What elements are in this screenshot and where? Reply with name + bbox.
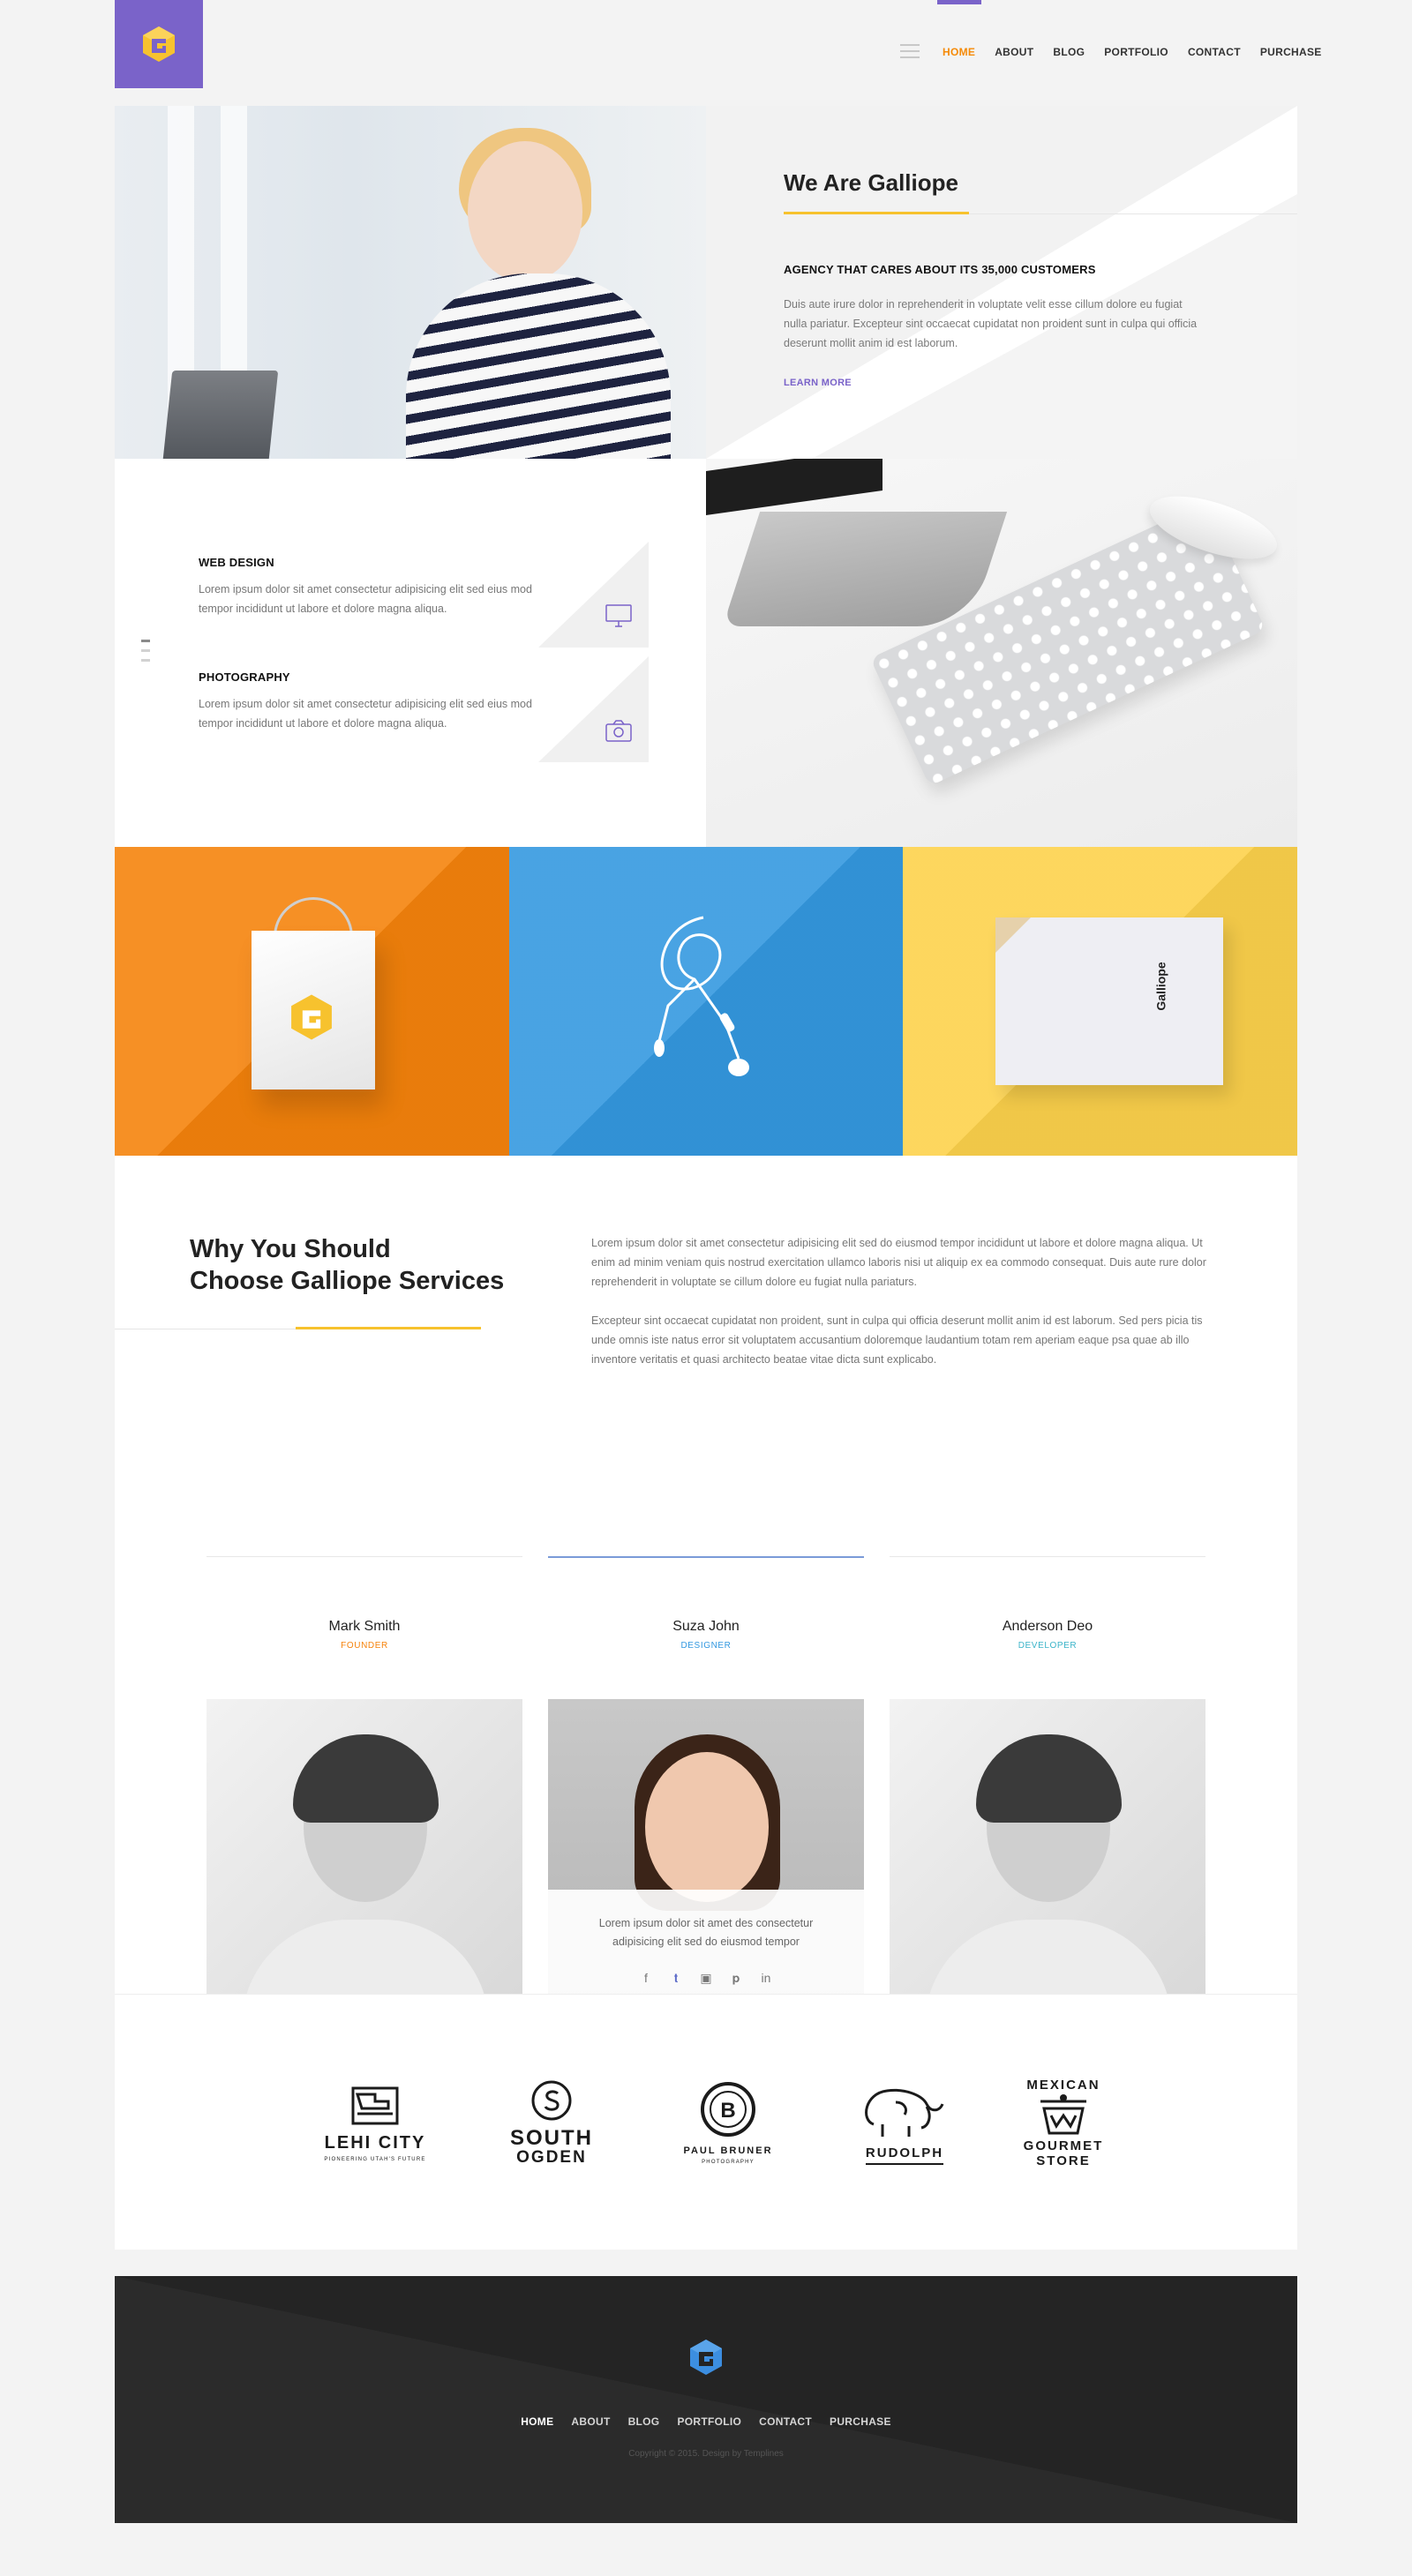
why-choose-section: Why You Should Choose Galliope Services L… xyxy=(115,1156,1297,1438)
camera-icon xyxy=(605,720,632,742)
hero-photo-woman-at-laptop xyxy=(115,106,706,459)
instagram-icon[interactable]: ▣ xyxy=(700,1971,712,1986)
elephant-icon xyxy=(865,2088,944,2137)
divider xyxy=(207,1556,522,1557)
learn-more-link[interactable]: LEARN MORE xyxy=(784,378,852,388)
hero-subtitle: AGENCY THAT CARES ABOUT ITS 35,000 CUSTO… xyxy=(784,263,1096,276)
hero-title: We Are Galliope xyxy=(784,169,958,196)
portfolio-tile-shopping-bag[interactable] xyxy=(115,847,509,1156)
service-badge xyxy=(538,656,649,762)
slider-dot[interactable] xyxy=(141,640,150,642)
nav-contact[interactable]: CONTACT xyxy=(1188,46,1241,58)
title-accent-line xyxy=(784,212,969,214)
brand-book: Galliope xyxy=(995,917,1224,1085)
nav-purchase[interactable]: PURCHASE xyxy=(1260,46,1322,58)
hamburger-icon[interactable] xyxy=(900,44,920,58)
client-name: MEXICAN xyxy=(1026,2077,1100,2093)
client-logo-south-ogden[interactable]: SOUTH OGDEN xyxy=(463,1995,640,2250)
services-list: WEB DESIGN Lorem ipsum dolor sit amet co… xyxy=(115,459,706,847)
galliope-logo-icon xyxy=(143,26,175,62)
south-ogden-emblem-icon xyxy=(531,2080,572,2121)
footer-nav-about[interactable]: ABOUT xyxy=(571,2415,610,2428)
hero-intro: We Are Galliope AGENCY THAT CARES ABOUT … xyxy=(706,106,1297,459)
footer-nav-purchase[interactable]: PURCHASE xyxy=(830,2415,891,2428)
member-role: DEVELOPER xyxy=(1018,1641,1078,1651)
member-photo: Lorem ipsum dolor sit amet des consectet… xyxy=(548,1699,864,2015)
linkedin-icon[interactable]: in xyxy=(760,1971,772,1986)
member-name: Mark Smith xyxy=(328,1619,401,1634)
title-accent-line xyxy=(296,1327,481,1329)
pinterest-icon[interactable]: 𝐩 xyxy=(730,1971,742,1986)
slider-dots xyxy=(141,640,150,662)
member-photo xyxy=(207,1699,522,2015)
site-footer: HOME ABOUT BLOG PORTFOLIO CONTACT PURCHA… xyxy=(115,2276,1297,2523)
paul-bruner-emblem-icon: B xyxy=(701,2082,755,2137)
earphones-image xyxy=(653,916,749,1076)
footer-nav-portfolio[interactable]: PORTFOLIO xyxy=(677,2415,741,2428)
member-name: Suza John xyxy=(672,1619,740,1634)
client-name-line3: STORE xyxy=(1036,2153,1091,2168)
footer-nav-blog[interactable]: BLOG xyxy=(628,2415,660,2428)
service-badge xyxy=(538,542,649,648)
site-header: HOME ABOUT BLOG PORTFOLIO CONTACT PURCHA… xyxy=(0,0,1412,106)
hero-section: We Are Galliope AGENCY THAT CARES ABOUT … xyxy=(115,106,1297,459)
main-nav: HOME ABOUT BLOG PORTFOLIO CONTACT PURCHA… xyxy=(943,46,1341,58)
member-role: DESIGNER xyxy=(680,1641,732,1651)
nav-home[interactable]: HOME xyxy=(943,46,975,58)
team-section: Mark Smith FOUNDER Suza John DESIGNER Lo… xyxy=(115,1438,1297,2015)
basket-emblem-icon xyxy=(1040,2093,1086,2134)
why-paragraph: Lorem ipsum dolor sit amet consectetur a… xyxy=(591,1237,1206,1288)
lehi-city-emblem-icon xyxy=(351,2086,399,2124)
service-description: Lorem ipsum dolor sit amet consectetur a… xyxy=(199,698,532,730)
svg-text:B: B xyxy=(720,2099,735,2123)
portfolio-tile-brand-book[interactable]: Galliope xyxy=(903,847,1297,1156)
client-name: RUDOLPH xyxy=(865,2145,944,2165)
nav-blog[interactable]: BLOG xyxy=(1053,46,1085,58)
copyright: Copyright © 2015. Design by Templines xyxy=(628,2449,784,2459)
why-text: Lorem ipsum dolor sit amet consectetur a… xyxy=(591,1233,1209,1369)
galliope-logo-icon[interactable] xyxy=(687,2338,725,2377)
slider-dot[interactable] xyxy=(141,649,150,652)
client-tagline: PHOTOGRAPHY xyxy=(702,2160,755,2165)
services-section: WEB DESIGN Lorem ipsum dolor sit amet co… xyxy=(115,459,1297,847)
client-name-line2: OGDEN xyxy=(516,2148,587,2167)
hero-paragraph: Duis aute irure dolor in reprehenderit i… xyxy=(784,298,1198,349)
galliope-logo-icon xyxy=(291,994,332,1040)
desk-photo-imac-keyboard xyxy=(706,459,1297,847)
client-logo-paul-bruner[interactable]: B PAUL BRUNER PHOTOGRAPHY xyxy=(640,1995,816,2250)
footer-nav-contact[interactable]: CONTACT xyxy=(759,2415,812,2428)
member-name: Anderson Deo xyxy=(1002,1619,1093,1634)
nav-portfolio[interactable]: PORTFOLIO xyxy=(1104,46,1168,58)
client-name: SOUTH xyxy=(510,2126,593,2150)
client-logo-lehi-city[interactable]: LEHI CITY PIONEERING UTAH'S FUTURE xyxy=(287,1995,463,2250)
client-name: PAUL BRUNER xyxy=(683,2145,773,2156)
service-description: Lorem ipsum dolor sit amet consectetur a… xyxy=(199,583,532,615)
footer-nav-home[interactable]: HOME xyxy=(521,2415,553,2428)
footer-nav: HOME ABOUT BLOG PORTFOLIO CONTACT PURCHA… xyxy=(115,2415,1297,2428)
divider xyxy=(890,1556,1205,1557)
clients-section: LEHI CITY PIONEERING UTAH'S FUTURE SOUTH… xyxy=(115,1994,1297,2250)
client-logo-mexican-gourmet[interactable]: MEXICAN GOURMET STORE xyxy=(993,1995,1134,2250)
client-tagline: PIONEERING UTAH'S FUTURE xyxy=(324,2156,426,2162)
facebook-icon[interactable]: f xyxy=(640,1971,652,1986)
portfolio-tile-earphones[interactable] xyxy=(508,847,904,1156)
twitter-icon[interactable]: 𝐭 xyxy=(670,1971,682,1986)
nav-about[interactable]: ABOUT xyxy=(995,46,1033,58)
active-nav-indicator xyxy=(937,0,981,4)
member-socials: f 𝐭 ▣ 𝐩 in xyxy=(548,1971,864,1986)
member-bio: Lorem ipsum dolor sit amet des consectet… xyxy=(598,1917,814,1948)
client-logo-rudolph[interactable]: RUDOLPH xyxy=(816,1995,993,2250)
logo[interactable] xyxy=(115,0,203,88)
client-name-line2: GOURMET xyxy=(1023,2138,1104,2153)
member-photo xyxy=(890,1699,1205,2015)
member-role: FOUNDER xyxy=(341,1641,388,1651)
monitor-icon xyxy=(605,604,632,627)
slider-dot[interactable] xyxy=(141,659,150,662)
why-paragraph: Excepteur sint occaecat cupidatat non pr… xyxy=(591,1314,1203,1366)
divider xyxy=(548,1556,864,1558)
why-title: Why You Should Choose Galliope Services xyxy=(190,1235,505,1295)
portfolio-tiles: Galliope xyxy=(115,847,1297,1156)
client-name: LEHI CITY xyxy=(324,2132,426,2153)
